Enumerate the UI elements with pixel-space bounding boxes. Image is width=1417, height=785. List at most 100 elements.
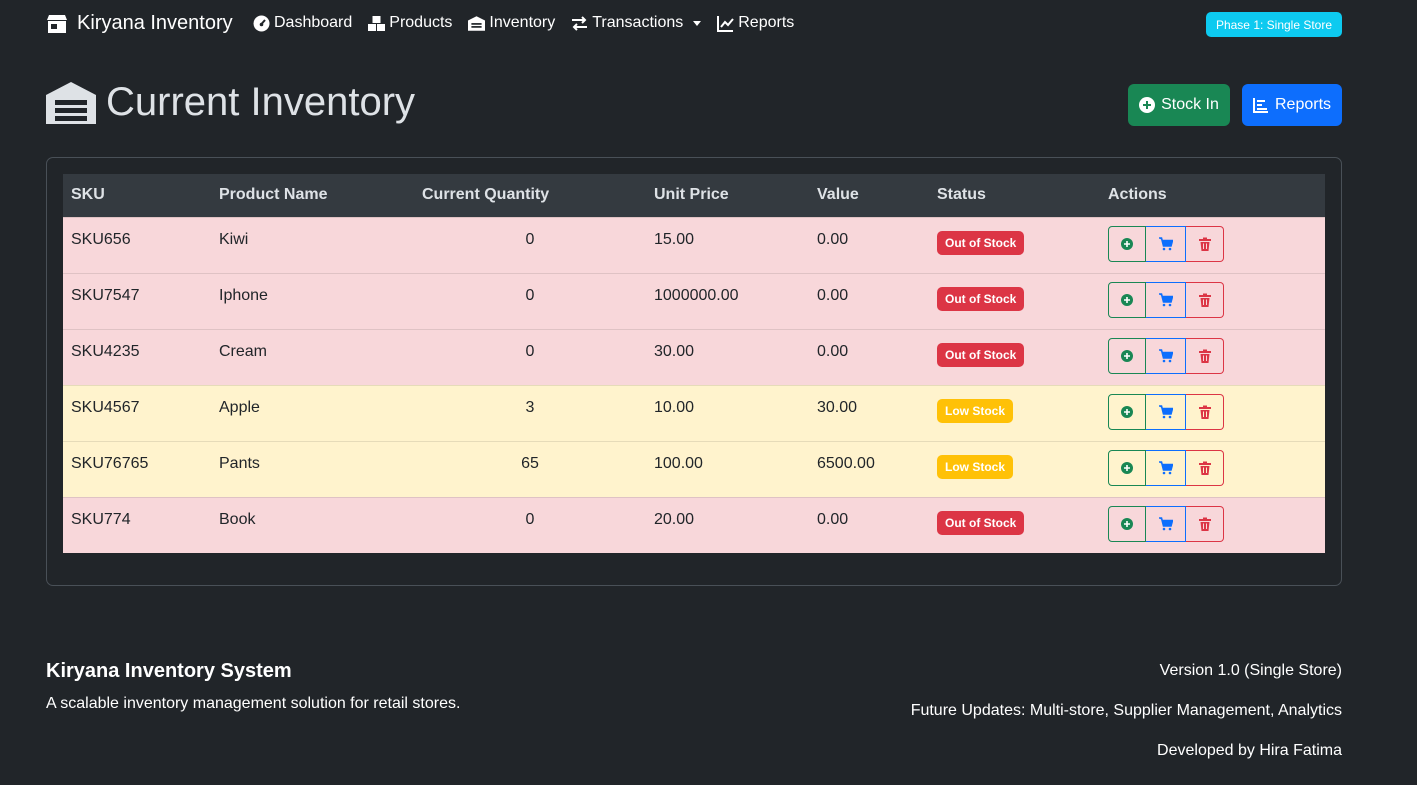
footer-left: Kiryana Inventory System A scalable inve… [46,660,460,713]
nav-reports-label: Reports [738,14,795,31]
sell-button[interactable] [1146,225,1186,262]
delete-button[interactable] [1186,337,1224,374]
chart-line-icon [717,15,735,32]
header-unit-price: Unit Price [654,186,729,204]
nav-inventory[interactable]: Inventory [468,14,555,32]
cell-product-name: Kiwi [211,216,414,273]
cell-quantity: 3 [414,384,646,441]
stock-in-label: Stock In [1161,96,1219,113]
add-stock-button[interactable] [1108,225,1146,262]
sell-button[interactable] [1146,393,1186,430]
cell-value: 30.00 [809,384,929,441]
header-sku: SKU [71,186,105,204]
cell-actions [1100,216,1325,273]
header-product-name: Product Name [219,186,328,204]
status-badge: Out of Stock [937,286,1025,311]
cell-status: Out of Stock [929,496,1100,553]
cell-actions [1100,496,1325,553]
exchange-icon [572,15,588,31]
delete-button[interactable] [1186,225,1224,262]
chart-bar-icon [1252,98,1268,113]
cell-product-name: Apple [211,384,414,441]
action-group [1108,337,1224,374]
footer-version: Version 1.0 (Single Store) [1159,662,1342,679]
table-row: SKU4235 Cream 0 30.00 0.00 Out of Stock [63,328,1325,385]
sell-button[interactable] [1146,281,1186,318]
cart-icon [1158,516,1173,530]
plus-circle-icon [1121,517,1133,530]
cart-icon [1158,460,1173,474]
trash-icon [1198,293,1211,307]
delete-button[interactable] [1186,449,1224,486]
cell-value: 0.00 [809,328,929,385]
cell-actions [1100,272,1325,329]
inventory-card: SKU Product Name Current Quantity Unit P… [46,157,1342,586]
cell-value: 0.00 [809,216,929,273]
gauge-icon [253,15,270,31]
cell-sku: SKU774 [63,496,211,553]
action-group [1108,505,1224,542]
cell-actions [1100,328,1325,385]
cell-status: Out of Stock [929,328,1100,385]
add-stock-button[interactable] [1108,449,1146,486]
table-row: SKU7547 Iphone 0 1000000.00 0.00 Out of … [63,272,1325,329]
header-value: Value [817,186,859,204]
table-row: SKU4567 Apple 3 10.00 30.00 Low Stock [63,384,1325,441]
add-stock-button[interactable] [1108,505,1146,542]
cell-product-name: Book [211,496,414,553]
trash-icon [1198,405,1211,419]
trash-icon [1198,517,1211,531]
nav-dashboard-label: Dashboard [274,14,353,31]
reports-button[interactable]: Reports [1242,84,1342,126]
brand-link[interactable]: Kiryana Inventory [46,12,233,35]
nav-reports[interactable]: Reports [717,14,794,32]
cell-status: Low Stock [929,384,1100,441]
add-stock-button[interactable] [1108,393,1146,430]
reports-label: Reports [1274,96,1332,113]
cell-product-name: Cream [211,328,414,385]
status-badge: Out of Stock [937,342,1025,367]
cell-actions [1100,440,1325,497]
footer-developer: Developed by Hira Fatima [1157,742,1342,759]
cell-value: 0.00 [809,272,929,329]
cell-sku: SKU4235 [63,328,211,385]
cell-product-name: Iphone [211,272,414,329]
action-group [1108,281,1224,318]
cell-unit-price: 10.00 [646,384,809,441]
cell-quantity: 0 [414,216,646,273]
status-badge: Out of Stock [937,230,1025,255]
delete-button[interactable] [1186,505,1224,542]
stock-in-button[interactable]: Stock In [1128,84,1230,126]
nav-transactions[interactable]: Transactions [571,14,702,32]
nav-dashboard[interactable]: Dashboard [253,14,352,32]
phase-badge: Phase 1: Single Store [1206,12,1342,37]
cell-unit-price: 1000000.00 [646,272,809,329]
nav-transactions-label: Transactions [592,14,684,31]
table-row: SKU774 Book 0 20.00 0.00 Out of Stock [63,496,1325,553]
status-badge: Low Stock [937,398,1014,423]
delete-button[interactable] [1186,281,1224,318]
nav-products[interactable]: Products [368,14,452,32]
sell-button[interactable] [1146,449,1186,486]
action-group [1108,393,1224,430]
add-stock-button[interactable] [1108,337,1146,374]
trash-icon [1198,237,1211,251]
footer-description: A scalable inventory management solution… [46,695,461,712]
sell-button[interactable] [1146,505,1186,542]
boxes-icon [368,15,386,31]
footer-title: Kiryana Inventory System [46,660,292,682]
cell-status: Out of Stock [929,272,1100,329]
footer-right: Version 1.0 (Single Store) Future Update… [911,662,1342,782]
cart-icon [1158,236,1173,250]
add-stock-button[interactable] [1108,281,1146,318]
chevron-down-icon [693,20,702,26]
warehouse-icon [46,81,96,124]
sell-button[interactable] [1146,337,1186,374]
delete-button[interactable] [1186,393,1224,430]
store-icon [47,14,67,33]
cell-status: Low Stock [929,440,1100,497]
status-badge: Low Stock [937,454,1014,479]
navbar: Kiryana Inventory Dashboard Products Inv… [0,0,1417,50]
header-current-quantity: Current Quantity [422,186,550,204]
plus-circle-icon [1121,461,1133,474]
